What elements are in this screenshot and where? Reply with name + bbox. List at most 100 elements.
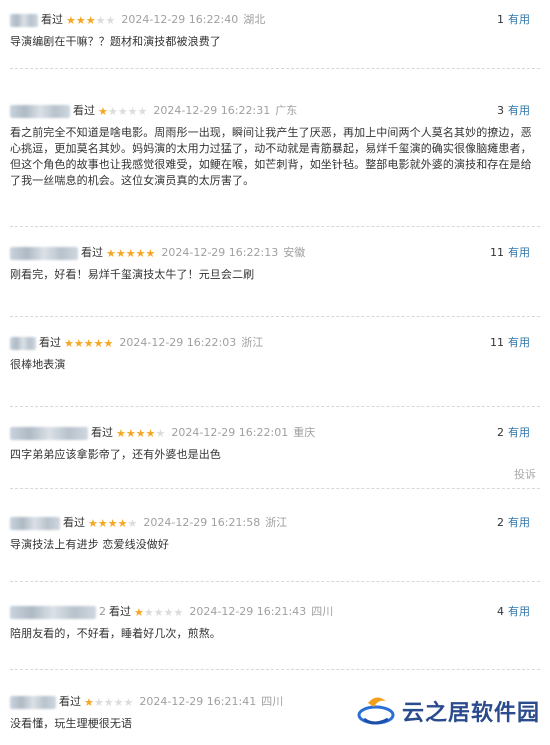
star-filled-icon: ★ [135,426,146,440]
star-empty-icon: ★ [95,13,106,27]
rating-stars: ★ ★ ★ ★ ★ [64,338,113,349]
review-time: 2024-12-29 16:22:13 [161,246,279,259]
useful-count: 4 [497,605,504,618]
useful-count: 3 [497,104,504,117]
review-time: 2024-12-29 16:22:03 [119,336,237,349]
review-meta: 看过 ★ ★ ★ ★ ★ 2024-12-29 16:22:03 浙江 11 有用 [10,333,540,353]
rating-stars: ★ ★ ★ ★ ★ [88,518,137,529]
useful-button[interactable]: 有用 [508,605,530,618]
username-blurred[interactable] [10,605,96,619]
review-content: 导演技法上有进步 恋爱线没做好 [10,538,169,551]
star-filled-icon: ★ [145,246,156,260]
review-item: 看过 ★ ★ ★ ★ ★ 2024-12-29 16:22:03 浙江 11 有用 很棒地表演 [0,333,550,373]
report-link[interactable]: 投诉 [514,466,536,482]
review-item: 看过 ★ ★ ★ ★ ★ 2024-12-29 16:22:13 安徽 11 有用 刚看完，好看！易… [0,243,550,283]
review-meta: 看过 ★ ★ ★ ★ ★ 2024-12-29 16:22:01 重庆 2 有用 [10,423,540,443]
username-blurred[interactable] [10,426,88,440]
star-filled-icon: ★ [116,426,126,440]
review-time: 2024-12-29 16:22:40 [121,13,239,26]
review-divider [10,581,540,582]
review-item: 看过 ★ ★ ★ ★ ★ 2024-12-29 16:22:31 广东 3 有用 看之前完全不知道是… [0,101,550,189]
star-filled-icon: ★ [93,336,104,350]
review-meta: 2 看过 ★ ★ ★ ★ ★ 2024-12-29 16:21:43 四川 4 有用 [10,602,540,622]
review-location: 广东 [275,104,298,117]
star-filled-icon: ★ [106,246,116,260]
review-divider [10,316,540,317]
star-empty-icon: ★ [153,605,164,619]
review-location: 浙江 [241,336,264,349]
rating-stars: ★ ★ ★ ★ ★ [134,607,183,618]
watched-label: 看过 [109,605,131,618]
useful-count: 11 [490,336,504,349]
username-blurred[interactable] [10,695,56,709]
star-empty-icon: ★ [123,695,134,709]
review-item: 看过 ★ ★ ★ ★ ★ 2024-12-29 16:22:01 重庆 2 有用 四字弟弟应该拿影帝… [0,423,550,463]
username-blurred[interactable] [10,336,36,350]
review-content: 陪朋友看的，不好看，睡着好几次，煎熬。 [10,627,221,640]
star-filled-icon: ★ [145,426,156,440]
star-filled-icon: ★ [125,246,136,260]
watched-label: 看过 [39,336,61,349]
username-blurred[interactable] [10,104,70,118]
review-item: 看过 ★ ★ ★ ★ ★ 2024-12-29 16:22:40 湖北 1 有用 导演编剧在干嘛？？… [0,10,550,50]
star-filled-icon: ★ [73,336,84,350]
useful-vote: 11 有用 [490,333,530,353]
useful-button[interactable]: 有用 [508,336,530,349]
review-content: 看之前完全不知道是啥电影。周雨彤一出现，瞬间让我产生了厌恶，再加上中间两个人莫名… [10,126,532,187]
star-filled-icon: ★ [84,695,94,709]
useful-count: 1 [497,13,504,26]
star-empty-icon: ★ [127,516,138,530]
review-content: 刚看完，好看！易烊千玺演技太牛了！元旦会二刷 [10,268,255,281]
watched-label: 看过 [63,516,85,529]
star-filled-icon: ★ [117,516,128,530]
rating-stars: ★ ★ ★ ★ ★ [66,15,115,26]
star-empty-icon: ★ [163,605,174,619]
star-empty-icon: ★ [105,13,116,27]
star-filled-icon: ★ [125,426,136,440]
useful-button[interactable]: 有用 [508,104,530,117]
review-location: 湖北 [243,13,266,26]
useful-button[interactable]: 有用 [508,246,530,259]
watermark: 云之居软件园 [356,693,540,729]
review-meta: 看过 ★ ★ ★ ★ ★ 2024-12-29 16:22:13 安徽 11 有用 [10,243,540,263]
review-meta: 看过 ★ ★ ★ ★ ★ 2024-12-29 16:22:31 广东 3 有用 [10,101,540,121]
username-blurred[interactable] [10,13,38,27]
review-time: 2024-12-29 16:21:43 [189,605,307,618]
review-location: 四川 [261,695,284,708]
review-divider [10,669,540,670]
useful-count: 11 [490,246,504,259]
useful-vote: 11 有用 [490,243,530,263]
useful-vote: 2 有用 [497,513,530,533]
star-filled-icon: ★ [64,336,74,350]
star-filled-icon: ★ [85,13,96,27]
review-time: 2024-12-29 16:21:41 [139,695,257,708]
useful-vote: 1 有用 [497,10,530,30]
star-filled-icon: ★ [103,336,114,350]
review-time: 2024-12-29 16:21:58 [143,516,261,529]
useful-button[interactable]: 有用 [508,516,530,529]
useful-vote: 3 有用 [497,101,530,121]
useful-button[interactable]: 有用 [508,426,530,439]
star-filled-icon: ★ [135,246,146,260]
rating-stars: ★ ★ ★ ★ ★ [98,106,147,117]
review-divider [10,406,540,407]
star-empty-icon: ★ [137,104,148,118]
rating-stars: ★ ★ ★ ★ ★ [84,697,133,708]
star-filled-icon: ★ [97,516,108,530]
username-suffix[interactable]: 2 [99,602,106,622]
useful-vote: 2 有用 [497,423,530,443]
username-blurred[interactable] [10,246,78,260]
useful-button[interactable]: 有用 [508,13,530,26]
star-filled-icon: ★ [107,516,118,530]
star-filled-icon: ★ [83,336,94,350]
star-empty-icon: ★ [107,104,118,118]
watched-label: 看过 [59,695,81,708]
review-divider [10,68,540,69]
username-blurred[interactable] [10,516,60,530]
review-divider [10,488,540,489]
star-empty-icon: ★ [103,695,114,709]
rating-stars: ★ ★ ★ ★ ★ [106,248,155,259]
watermark-logo-icon [357,697,395,725]
watched-label: 看过 [41,13,63,26]
star-filled-icon: ★ [66,13,76,27]
